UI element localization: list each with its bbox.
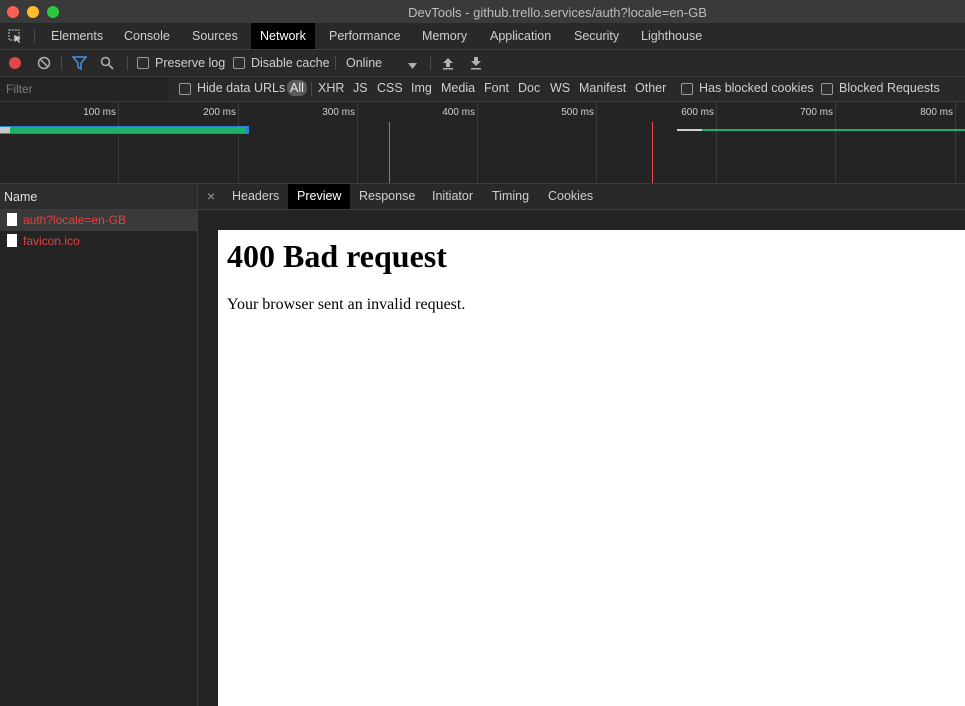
has-blocked-cookies-label: Has blocked cookies [699, 81, 814, 95]
type-filter-ws[interactable]: WS [550, 81, 570, 95]
type-filter-manifest[interactable]: Manifest [579, 81, 626, 95]
toolbar-separator [61, 56, 62, 70]
tick-label: 600 ms [681, 107, 714, 118]
grid-line [477, 102, 478, 183]
tab-application[interactable]: Application [490, 23, 551, 49]
tab-security[interactable]: Security [574, 23, 619, 49]
import-har-icon[interactable] [442, 56, 454, 73]
grid-line [118, 102, 119, 183]
hide-data-urls-checkbox[interactable] [179, 83, 191, 95]
preview-body-text: Your browser sent an invalid request. [227, 296, 466, 313]
disable-cache-checkbox[interactable] [233, 57, 245, 69]
tab-initiator[interactable]: Initiator [432, 184, 473, 209]
request-row[interactable]: favicon.ico [0, 231, 197, 252]
tab-memory[interactable]: Memory [422, 23, 467, 49]
request-name: auth?locale=en-GB [23, 213, 127, 227]
detail-tab-bar: × Headers Preview Response Initiator Tim… [198, 184, 965, 210]
network-toolbar: Preserve log Disable cache Online [0, 50, 965, 77]
tab-lighthouse[interactable]: Lighthouse [641, 23, 702, 49]
tick-label: 800 ms [920, 107, 953, 118]
grid-line [716, 102, 717, 183]
has-blocked-cookies-checkbox[interactable] [681, 83, 693, 95]
waterfall-bar-favicon-waiting [677, 129, 702, 131]
document-icon [7, 234, 17, 247]
grid-line [238, 102, 239, 183]
type-filter-media[interactable]: Media [441, 81, 475, 95]
inspect-element-icon[interactable] [8, 29, 23, 47]
window-title-bar: DevTools - github.trello.services/auth?l… [0, 0, 965, 24]
type-filter-img[interactable]: Img [411, 81, 432, 95]
hide-data-urls-label: Hide data URLs [197, 81, 286, 95]
preserve-log-label: Preserve log [155, 56, 226, 70]
tab-timing[interactable]: Timing [492, 184, 529, 209]
load-event-marker [652, 122, 653, 183]
tick-label: 200 ms [203, 107, 236, 118]
type-filter-css[interactable]: CSS [377, 81, 403, 95]
tab-response[interactable]: Response [359, 184, 415, 209]
grid-line [357, 102, 358, 183]
tick-label: 700 ms [800, 107, 833, 118]
export-har-icon[interactable] [470, 56, 482, 73]
name-column-header[interactable]: Name [0, 184, 197, 210]
chevron-down-icon[interactable] [408, 59, 417, 73]
blocked-requests-checkbox[interactable] [821, 83, 833, 95]
waterfall-waiting-segment [0, 127, 10, 133]
tab-performance[interactable]: Performance [329, 23, 401, 49]
search-icon[interactable] [100, 56, 114, 73]
tab-preview[interactable]: Preview [288, 184, 351, 209]
network-overview[interactable]: 100 ms 200 ms 300 ms 400 ms 500 ms 600 m… [0, 102, 965, 184]
filter-bar: Hide data URLs All XHR JS CSS Img Media … [0, 77, 965, 102]
tab-headers[interactable]: Headers [232, 184, 279, 209]
waterfall-bar-favicon [702, 129, 965, 131]
tab-console[interactable]: Console [124, 23, 170, 49]
disable-cache-label: Disable cache [251, 56, 330, 70]
filter-separator [311, 82, 312, 96]
type-filter-doc[interactable]: Doc [518, 81, 540, 95]
tab-network[interactable]: Network [251, 23, 315, 49]
tick-label: 100 ms [83, 107, 116, 118]
request-row[interactable]: auth?locale=en-GB [0, 210, 197, 231]
preserve-log-checkbox[interactable] [137, 57, 149, 69]
throttling-select[interactable]: Online [346, 56, 382, 70]
tab-sources[interactable]: Sources [192, 23, 238, 49]
grid-line [835, 102, 836, 183]
toolbar-separator [127, 56, 128, 70]
filter-input[interactable] [0, 77, 168, 101]
record-icon[interactable] [9, 57, 21, 69]
tab-cookies[interactable]: Cookies [548, 184, 593, 209]
name-column-label: Name [4, 190, 38, 204]
tick-label: 400 ms [442, 107, 475, 118]
toolbar-separator [335, 56, 336, 70]
response-preview: 400 Bad request Your browser sent an inv… [218, 230, 965, 706]
request-name: favicon.ico [23, 234, 80, 248]
close-icon[interactable]: × [207, 184, 215, 209]
type-filter-font[interactable]: Font [484, 81, 509, 95]
preview-heading: 400 Bad request [227, 238, 447, 274]
filter-icon[interactable] [71, 56, 88, 73]
window-title: DevTools - github.trello.services/auth?l… [408, 5, 707, 20]
waterfall-download-segment [10, 127, 246, 133]
grid-line [596, 102, 597, 183]
clear-icon[interactable] [37, 56, 51, 73]
toolbar-separator [430, 56, 431, 70]
dom-content-loaded-marker [389, 122, 390, 183]
document-icon [7, 213, 17, 226]
type-filter-other[interactable]: Other [635, 81, 666, 95]
request-detail-panel: × Headers Preview Response Initiator Tim… [198, 184, 965, 706]
tick-label: 300 ms [322, 107, 355, 118]
devtools-tab-bar: Elements Console Sources Network Perform… [0, 23, 965, 50]
blocked-requests-label: Blocked Requests [839, 81, 940, 95]
type-filter-all[interactable]: All [287, 80, 307, 96]
tick-label: 500 ms [561, 107, 594, 118]
request-list: Name auth?locale=en-GB favicon.ico [0, 184, 198, 706]
tab-separator [34, 29, 35, 43]
type-filter-js[interactable]: JS [353, 81, 368, 95]
grid-line [955, 102, 956, 183]
type-filter-xhr[interactable]: XHR [318, 81, 344, 95]
tab-elements[interactable]: Elements [51, 23, 103, 49]
